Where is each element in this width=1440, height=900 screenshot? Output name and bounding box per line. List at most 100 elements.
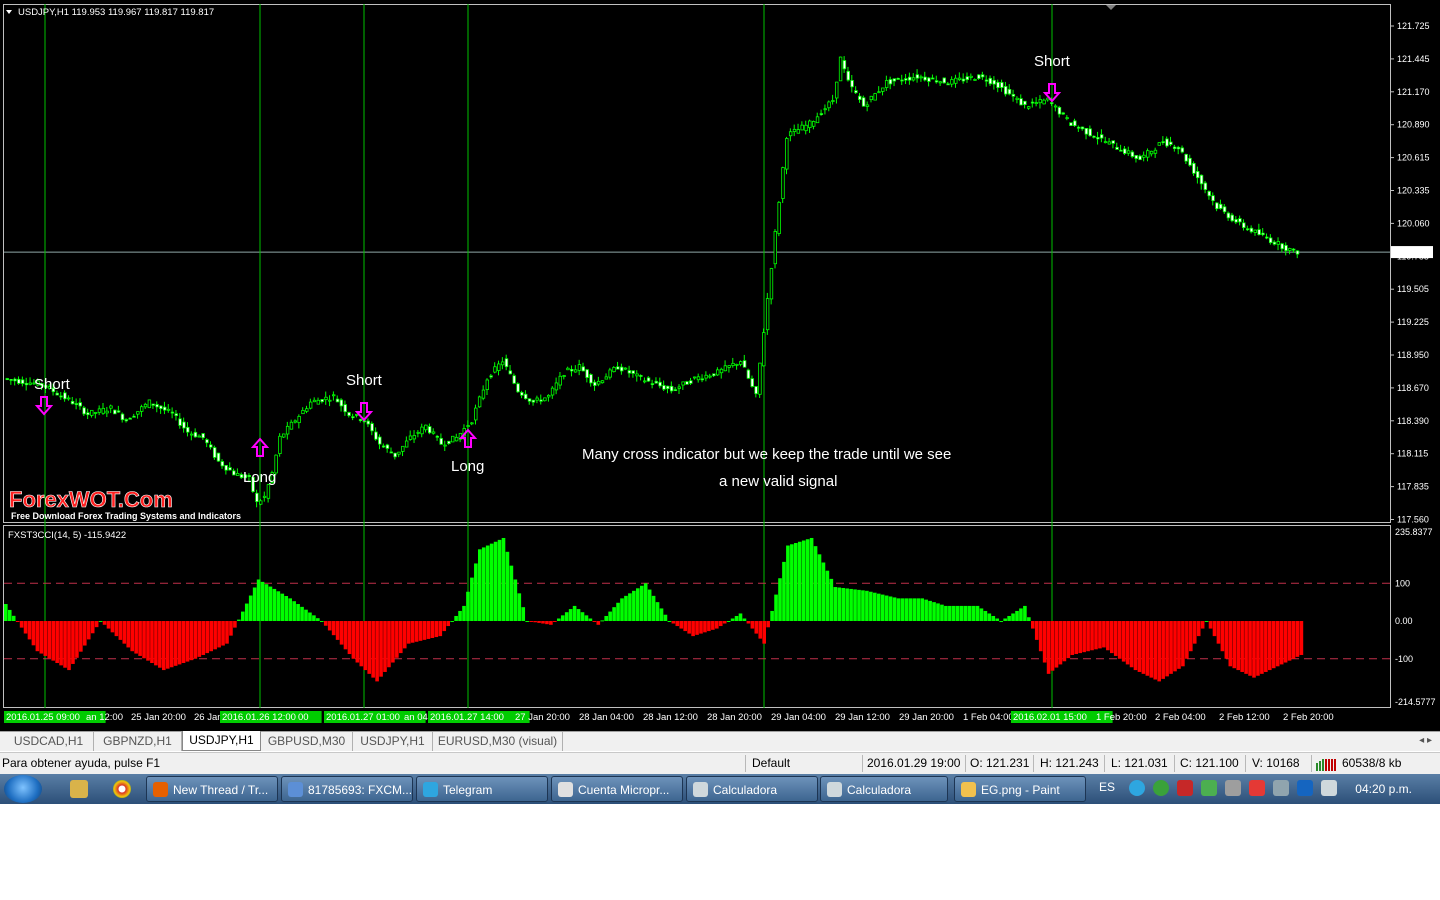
pdf-tray-icon[interactable] xyxy=(1177,780,1193,796)
candle xyxy=(128,417,132,420)
cci-bar-positive xyxy=(865,590,869,622)
shift-marker-icon[interactable] xyxy=(1106,5,1116,10)
tab-scroll-arrows[interactable]: ◂ ▸ xyxy=(1419,732,1432,750)
tab-usdjpy-h1[interactable]: USDJPY,H1 xyxy=(353,732,433,751)
time-label: 2016.01.27 14:00 xyxy=(430,712,504,723)
cci-bar-positive xyxy=(936,603,940,622)
cci-bar-positive xyxy=(809,537,814,622)
taskbar-window-3[interactable]: Telegram xyxy=(416,776,548,802)
chart-canvas[interactable]: 121.725 121.445 121.170 120.890 120.615 120.3… xyxy=(0,0,1440,731)
info-tray-icon[interactable] xyxy=(1153,780,1169,796)
tab-eurusd-m30-visual[interactable]: EURUSD,M30 (visual) xyxy=(433,732,563,751)
candle xyxy=(454,436,459,442)
tab-gbpusd-m30[interactable]: GBPUSD,M30 xyxy=(261,732,353,751)
cci-bar-negative xyxy=(63,621,67,668)
candle xyxy=(212,447,217,458)
candle xyxy=(1023,100,1027,105)
taskbar-window-label: New Thread / Tr... xyxy=(173,783,269,797)
cci-bar-positive xyxy=(308,612,312,622)
candle xyxy=(1111,140,1115,144)
candle xyxy=(59,395,63,398)
speaker-icon[interactable] xyxy=(1321,780,1337,796)
candle xyxy=(316,399,321,405)
shield-tray-icon[interactable] xyxy=(1201,780,1217,796)
candle xyxy=(1272,241,1277,245)
cci-bar-positive xyxy=(912,598,917,622)
language-indicator[interactable]: ES xyxy=(1099,780,1115,794)
candle xyxy=(255,492,259,502)
candle xyxy=(301,410,305,415)
cci-bar-negative xyxy=(15,621,20,623)
tab-usdjpy-h1[interactable]: USDJPY,H1 xyxy=(182,731,261,751)
telegram-tray-icon[interactable] xyxy=(1129,780,1145,796)
cci-bar-positive xyxy=(98,621,103,623)
cci-bar-positive xyxy=(983,610,988,622)
candle xyxy=(178,418,182,426)
candle xyxy=(754,386,758,395)
status-low: L: 121.031 xyxy=(1111,756,1168,770)
cci-bar-positive xyxy=(557,618,561,622)
cci-bar-positive xyxy=(509,565,514,622)
candle xyxy=(205,439,209,444)
taskbar-window-4[interactable]: Cuenta Micropr... xyxy=(551,776,683,802)
candle xyxy=(1096,137,1100,140)
candle xyxy=(666,385,670,390)
candle xyxy=(681,381,685,386)
ez-tray-icon[interactable] xyxy=(1297,780,1313,796)
candle xyxy=(785,138,789,170)
taskbar-window-6[interactable]: Calculadora xyxy=(820,776,948,802)
candle xyxy=(1103,141,1108,144)
taskbar-window-1[interactable]: New Thread / Tr... xyxy=(146,776,278,802)
candle xyxy=(585,369,589,378)
volume-mixer-tray-icon[interactable] xyxy=(1249,780,1265,796)
network-tray-icon[interactable] xyxy=(1225,780,1241,796)
candle xyxy=(466,425,470,427)
connection-bars-icon[interactable] xyxy=(1316,753,1338,774)
cci-bar-negative xyxy=(355,621,360,663)
tab-gbpnzd-h1[interactable]: GBPNZD,H1 xyxy=(94,732,182,751)
taskbar-window-5[interactable]: Calculadora xyxy=(686,776,818,802)
candle xyxy=(378,436,382,445)
taskbar-window-7[interactable]: EG.png - Paint xyxy=(954,776,1086,802)
cci-bar-negative xyxy=(375,621,379,682)
taskbar-window-label: EG.png - Paint xyxy=(981,783,1060,797)
cci-bar-negative xyxy=(138,621,142,656)
clock[interactable]: 04:20 p.m. xyxy=(1355,774,1412,804)
cci-bar-negative xyxy=(59,621,63,666)
cci-bar-negative xyxy=(1129,621,1134,668)
candle xyxy=(312,399,317,403)
cci-bar-positive xyxy=(730,618,735,622)
candle xyxy=(980,74,985,78)
cci-bar-negative xyxy=(1117,621,1122,659)
chrome-icon[interactable] xyxy=(113,780,131,798)
candle xyxy=(639,375,643,377)
candle xyxy=(1192,163,1196,174)
plane-tray-icon[interactable] xyxy=(1273,780,1289,796)
candle xyxy=(673,389,678,392)
candle xyxy=(443,444,447,447)
tab-usdcad-h1[interactable]: USDCAD,H1 xyxy=(4,732,94,751)
cci-bar-negative xyxy=(1212,621,1217,637)
cci-bar-positive xyxy=(616,602,620,622)
candle xyxy=(355,413,359,416)
cci-bar-positive xyxy=(584,615,589,622)
cci-bar-negative xyxy=(711,621,715,630)
candle xyxy=(305,408,309,412)
taskbar-window-2[interactable]: 81785693: FXCM... xyxy=(281,776,413,802)
chart-menu-icon[interactable] xyxy=(6,10,12,14)
cci-bar-negative xyxy=(1153,621,1158,680)
candle xyxy=(404,440,409,448)
cci-bar-negative xyxy=(134,621,138,654)
explorer-icon[interactable] xyxy=(70,780,88,798)
cci-bar-negative xyxy=(67,621,71,671)
candle xyxy=(873,93,877,101)
cci-bar-negative xyxy=(1165,621,1169,677)
chart-window[interactable]: 121.725 121.445 121.170 120.890 120.615 120.3… xyxy=(0,0,1440,731)
start-button[interactable] xyxy=(4,775,42,803)
candle xyxy=(266,484,271,499)
price-tick-label: 119.225 xyxy=(1397,317,1429,327)
cci-bar-negative xyxy=(1240,621,1244,672)
cci-bar-positive xyxy=(466,591,470,622)
cci-bar-negative xyxy=(754,621,759,634)
cci-bar-negative xyxy=(1248,621,1252,676)
